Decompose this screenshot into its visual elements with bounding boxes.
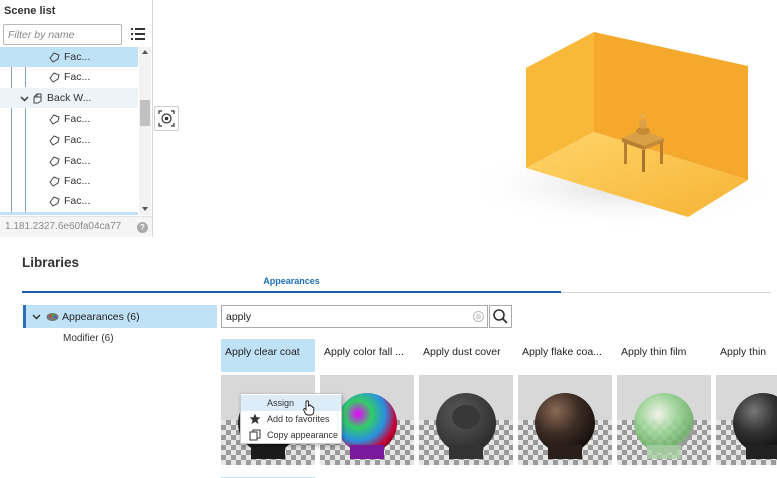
version-bar: 1.181.2327.6e60fa04ca77 ?: [0, 216, 152, 237]
help-icon[interactable]: ?: [137, 222, 148, 233]
tree-item-face[interactable]: Fac...: [0, 151, 138, 171]
context-menu-copy-appearance[interactable]: Copy appearance: [241, 427, 341, 443]
tree-item-label: Fac...: [64, 155, 91, 167]
libraries-title: Libraries: [22, 255, 80, 270]
tree-item-label: Fac...: [64, 113, 91, 125]
scene-list-title: Scene list: [4, 5, 56, 17]
scroll-up-arrow-icon[interactable]: [142, 50, 148, 54]
tree-item-label: Fac...: [64, 195, 91, 207]
face-icon: [49, 195, 60, 207]
library-tree-item-appearances[interactable]: Appearances (6): [23, 305, 217, 328]
camera-icon: [158, 110, 175, 127]
copy-icon: [249, 429, 261, 441]
filter-input[interactable]: [3, 24, 122, 45]
table-leg: [660, 142, 663, 164]
appearance-thumbnail: [419, 375, 513, 465]
face-icon: [49, 71, 60, 83]
tree-item-face[interactable]: Fac...: [0, 67, 138, 87]
library-tree-item-label: Appearances (6): [62, 310, 140, 323]
tree-item-label: Fac...: [64, 134, 91, 146]
tree-item-label: Fac...: [64, 51, 91, 63]
appearance-card-label: Apply clear coat: [221, 339, 315, 372]
tab-active-underline: [22, 291, 561, 293]
chevron-down-icon[interactable]: [32, 312, 41, 321]
appearance-card[interactable]: Apply thin film: [617, 339, 711, 478]
context-menu-add-to-favorites[interactable]: Add to favorites: [241, 411, 341, 427]
face-icon: [49, 134, 60, 146]
scroll-thumb[interactable]: [140, 100, 150, 126]
appearance-card-label: Apply flake coa...: [522, 346, 602, 358]
tree-item-body[interactable]: Back W...: [0, 88, 138, 108]
table-object: [640, 113, 646, 119]
scene-list-panel: Scene list Fac... Fac... Back W...: [0, 0, 153, 237]
appearance-search-box[interactable]: ⊗: [221, 305, 488, 328]
appearance-card-label: Apply color fall ...: [324, 346, 404, 358]
tab-divider: [561, 292, 771, 293]
clear-search-icon[interactable]: ⊗: [473, 311, 484, 322]
3d-viewport[interactable]: [154, 0, 777, 237]
appearance-thumbnail: [617, 375, 711, 465]
appearance-card[interactable]: Apply thin: [716, 339, 777, 478]
appearance-card-label: Apply thin film: [621, 346, 687, 358]
tree-item-face[interactable]: Fac...: [0, 130, 138, 150]
tree-item-label: Back W...: [47, 92, 92, 104]
list-view-icon[interactable]: [131, 28, 145, 40]
tree-item-label: Fac...: [64, 71, 91, 83]
tree-item-face[interactable]: Fac...: [0, 171, 138, 191]
tree-item-face[interactable]: Fac...: [0, 109, 138, 129]
hand-cursor-icon: [303, 400, 315, 416]
tree-item-partial[interactable]: [0, 212, 138, 215]
context-menu-item-label: Assign: [267, 398, 295, 408]
app-root: Scene list Fac... Fac... Back W...: [0, 0, 777, 478]
tree-item-face[interactable]: Fac...: [0, 47, 138, 67]
table-leg: [624, 142, 627, 164]
appearance-card-label: Apply thin: [720, 346, 767, 358]
appearance-card[interactable]: Apply dust cover: [419, 339, 513, 478]
search-icon: [493, 309, 508, 324]
version-text: 1.181.2327.6e60fa04ca77: [5, 221, 122, 232]
search-button[interactable]: [489, 305, 512, 328]
appearance-card-label: Apply dust cover: [423, 346, 501, 358]
camera-view-button[interactable]: [154, 106, 179, 131]
context-menu-item-label: Add to favorites: [267, 414, 330, 424]
scene-tree: Fac... Fac... Back W... Fac... Fac... Fa…: [0, 47, 138, 215]
tree-item-label: Fac...: [64, 175, 91, 187]
table-object: [639, 119, 647, 129]
appearance-card[interactable]: Apply flake coa...: [518, 339, 612, 478]
face-icon: [49, 175, 60, 187]
context-menu: Assign Add to favorites Copy appearance: [240, 393, 342, 444]
context-menu-assign[interactable]: Assign: [241, 395, 341, 411]
face-icon: [49, 113, 60, 125]
face-icon: [49, 155, 60, 167]
table-leg: [642, 150, 645, 172]
body-icon: [33, 93, 42, 103]
face-icon: [49, 51, 60, 63]
chevron-down-icon[interactable]: [20, 94, 29, 103]
context-menu-item-label: Copy appearance: [267, 430, 339, 440]
appearance-search-input[interactable]: [226, 309, 466, 325]
library-tree-item-modifier[interactable]: Modifier (6): [63, 333, 114, 344]
appearances-icon: [46, 313, 59, 321]
star-icon: [249, 413, 261, 424]
scene-list-scrollbar[interactable]: [139, 47, 151, 215]
appearance-thumbnail: [716, 375, 777, 465]
tree-item-face[interactable]: Fac...: [0, 191, 138, 211]
appearance-thumbnail: [518, 375, 612, 465]
scroll-down-arrow-icon[interactable]: [142, 207, 148, 211]
